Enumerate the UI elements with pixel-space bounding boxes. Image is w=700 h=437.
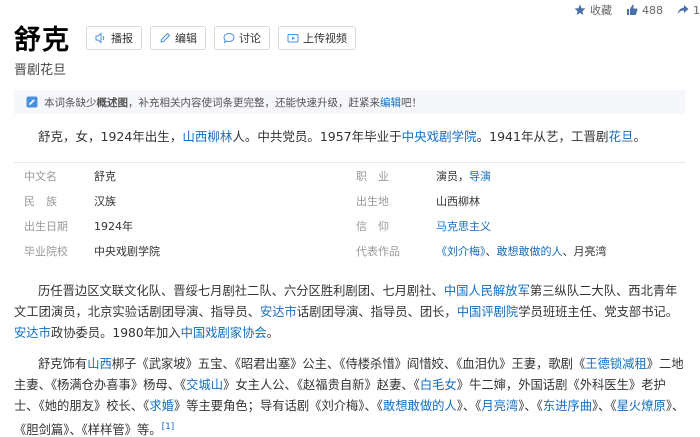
info-value: 1924年 [94, 219, 133, 233]
para-text: 》、《 [592, 399, 617, 413]
info-key: 民 族 [24, 194, 57, 208]
info-key: 出生日期 [24, 219, 68, 233]
favorite-button[interactable]: 收藏 [574, 2, 612, 18]
notice-bold: 概述图 [96, 96, 129, 109]
info-row: 中文名 舒克 职 业 演员，导演 [14, 163, 686, 188]
link-jiaocheng-mountain[interactable]: 交城山 [186, 378, 223, 392]
works-sep: 、 [485, 244, 497, 258]
like-button[interactable]: 488 [626, 4, 663, 17]
edit-label: 编辑 [175, 31, 197, 45]
job-value: 演员， [436, 169, 469, 183]
info-row: 出生日期 1924年 信 仰 马克思主义 [14, 213, 686, 238]
link-china-pingju-theatre[interactable]: 中国评剧院 [457, 305, 519, 319]
para-text: 》、《 [456, 399, 482, 413]
reference-link[interactable]: [1] [162, 422, 175, 432]
para-text: 梆子《武家坡》五宝、《昭君出塞》公主、《侍楼杀惜》阎惜姣、《血泪仇》王妻，歌剧《 [111, 357, 586, 371]
link-proposal[interactable]: 求婚 [149, 399, 174, 413]
link-eastward-prelude[interactable]: 东进序曲 [543, 399, 592, 413]
title-row: 舒克 播报 编辑 讨论 上传视频 [14, 18, 364, 57]
info-value: 中央戏剧学院 [94, 244, 160, 258]
link-dare-to-think[interactable]: 敢想敢做的人 [383, 399, 457, 413]
summary-text: 。1941年从艺，工晋剧 [476, 129, 609, 144]
info-key: 毕业院校 [24, 244, 68, 258]
para-text: 》等主要角色；导有话剧《刘介梅》、《 [173, 399, 383, 413]
info-key: 出生地 [356, 194, 389, 208]
summary: 舒克，女，1924年出生，山西柳林人。中共党员。1957年毕业于中央戏剧学院。1… [38, 126, 646, 145]
link-shanxi-liulin[interactable]: 山西柳林 [182, 129, 232, 144]
info-key: 职 业 [356, 169, 389, 183]
link-moon-bay[interactable]: 月亮湾 [481, 399, 518, 413]
notice-text2: ，补充相关内容使词条更完整，还能快速升级，赶紧来 [128, 96, 380, 109]
link-white-haired-girl[interactable]: 白毛女 [420, 378, 457, 392]
link-marxism[interactable]: 马克思主义 [436, 220, 491, 233]
para-text: 。 [266, 326, 279, 340]
discuss-button[interactable]: 讨论 [214, 25, 270, 50]
works-sep: 、月亮湾 [562, 244, 607, 258]
info-row: 民 族 汉族 出生地 山西柳林 [14, 188, 686, 213]
link-anda[interactable]: 安达市 [260, 305, 297, 319]
roles-paragraph: 舒克饰有山西梆子《武家坡》五宝、《昭君出塞》公主、《侍楼杀惜》阎惜姣、《血泪仇》… [14, 354, 686, 437]
chat-bubble-icon [223, 32, 235, 44]
para-text: 》、《 [518, 399, 543, 413]
star-icon [574, 4, 586, 15]
link-wang-desuo[interactable]: 王德锁减租 [585, 357, 647, 371]
page-title: 舒克 [14, 25, 70, 56]
para-text: 历任晋边区文联文化队、晋绥七月剧社二队、六分区胜利剧团、七月剧社、 [38, 284, 444, 298]
link-pla[interactable]: 中国人民解放军 [444, 284, 530, 298]
notice-edit-link[interactable]: 编辑 [380, 95, 401, 110]
summary-text: 。 [633, 129, 646, 144]
notice-text3: 吧！ [401, 96, 422, 109]
link-central-academy-drama[interactable]: 中央戏剧学院 [402, 129, 477, 144]
para-text: 学员班班主任、党支部书记。 [518, 305, 679, 319]
basic-info-box: 中文名 舒克 职 业 演员，导演 民 族 汉族 出生地 山西柳林 出生日期 19… [14, 162, 686, 263]
thumb-up-icon [627, 4, 638, 15]
like-count: 488 [642, 3, 663, 17]
share-button[interactable]: 1 [677, 4, 700, 17]
info-value: 舒克 [94, 169, 116, 183]
upload-video-label: 上传视频 [303, 31, 347, 45]
summary-text: 舒克，女，1924年出生， [38, 129, 183, 144]
summary-text: 人。中共党员。1957年毕业于 [232, 129, 402, 144]
notice-text: 本词条缺少 [44, 96, 97, 109]
link-director[interactable]: 导演 [469, 170, 491, 183]
share-count: 1 [693, 3, 700, 17]
broadcast-button[interactable]: 播报 [86, 25, 142, 50]
upload-video-button[interactable]: 上传视频 [278, 25, 356, 50]
info-value: 《刘介梅》、敢想敢做的人、月亮湾 [436, 243, 686, 259]
link-huadan[interactable]: 花旦 [608, 129, 633, 144]
info-value: 马克思主义 [436, 218, 686, 234]
top-actions-bar: 收藏 488 1 [560, 0, 700, 20]
edit-button[interactable]: 编辑 [150, 25, 206, 50]
link-spark-prairie-fire[interactable]: 星火燎原 [617, 399, 666, 413]
pencil-icon [160, 32, 171, 43]
link-anda[interactable]: 安达市 [14, 326, 51, 340]
biography-paragraph: 历任晋边区文联文化队、晋绥七月剧社二队、六分区胜利剧团、七月剧社、中国人民解放军… [14, 281, 686, 344]
edit-note-icon [26, 96, 38, 108]
link-dramatists-association[interactable]: 中国戏剧家协会 [181, 326, 267, 340]
link-shanxi[interactable]: 山西 [87, 357, 112, 371]
link-dare-to-think[interactable]: 敢想敢做的人 [497, 245, 563, 258]
info-key: 中文名 [24, 169, 57, 183]
subtitle: 晋剧花旦 [14, 63, 67, 78]
info-key: 代表作品 [356, 244, 400, 258]
info-value: 汉族 [94, 194, 116, 208]
para-text: 话剧团导演、指导员、团长， [296, 305, 457, 319]
para-text: 舒克饰有 [38, 357, 88, 371]
info-row: 毕业院校 中央戏剧学院 代表作品 《刘介梅》、敢想敢做的人、月亮湾 [14, 238, 686, 263]
speaker-icon [95, 31, 105, 44]
info-value: 演员，导演 [436, 168, 686, 184]
favorite-label: 收藏 [590, 4, 612, 17]
discuss-label: 讨论 [239, 31, 261, 45]
para-text: 政协委员。1980年加入 [50, 326, 181, 340]
notice-bar: 本词条缺少 概述图 ，补充相关内容使词条更完整，还能快速升级，赶紧来 编辑 吧！ [14, 90, 686, 114]
share-icon [677, 5, 689, 15]
para-text: 》女主人公、《赵福贵自新》赵妻、《 [223, 378, 420, 392]
link-liu-jiemei[interactable]: 《刘介梅》 [436, 245, 486, 258]
info-key: 信 仰 [356, 219, 389, 233]
info-value: 山西柳林 [436, 194, 480, 208]
video-upload-icon [287, 33, 299, 42]
broadcast-label: 播报 [111, 31, 133, 45]
